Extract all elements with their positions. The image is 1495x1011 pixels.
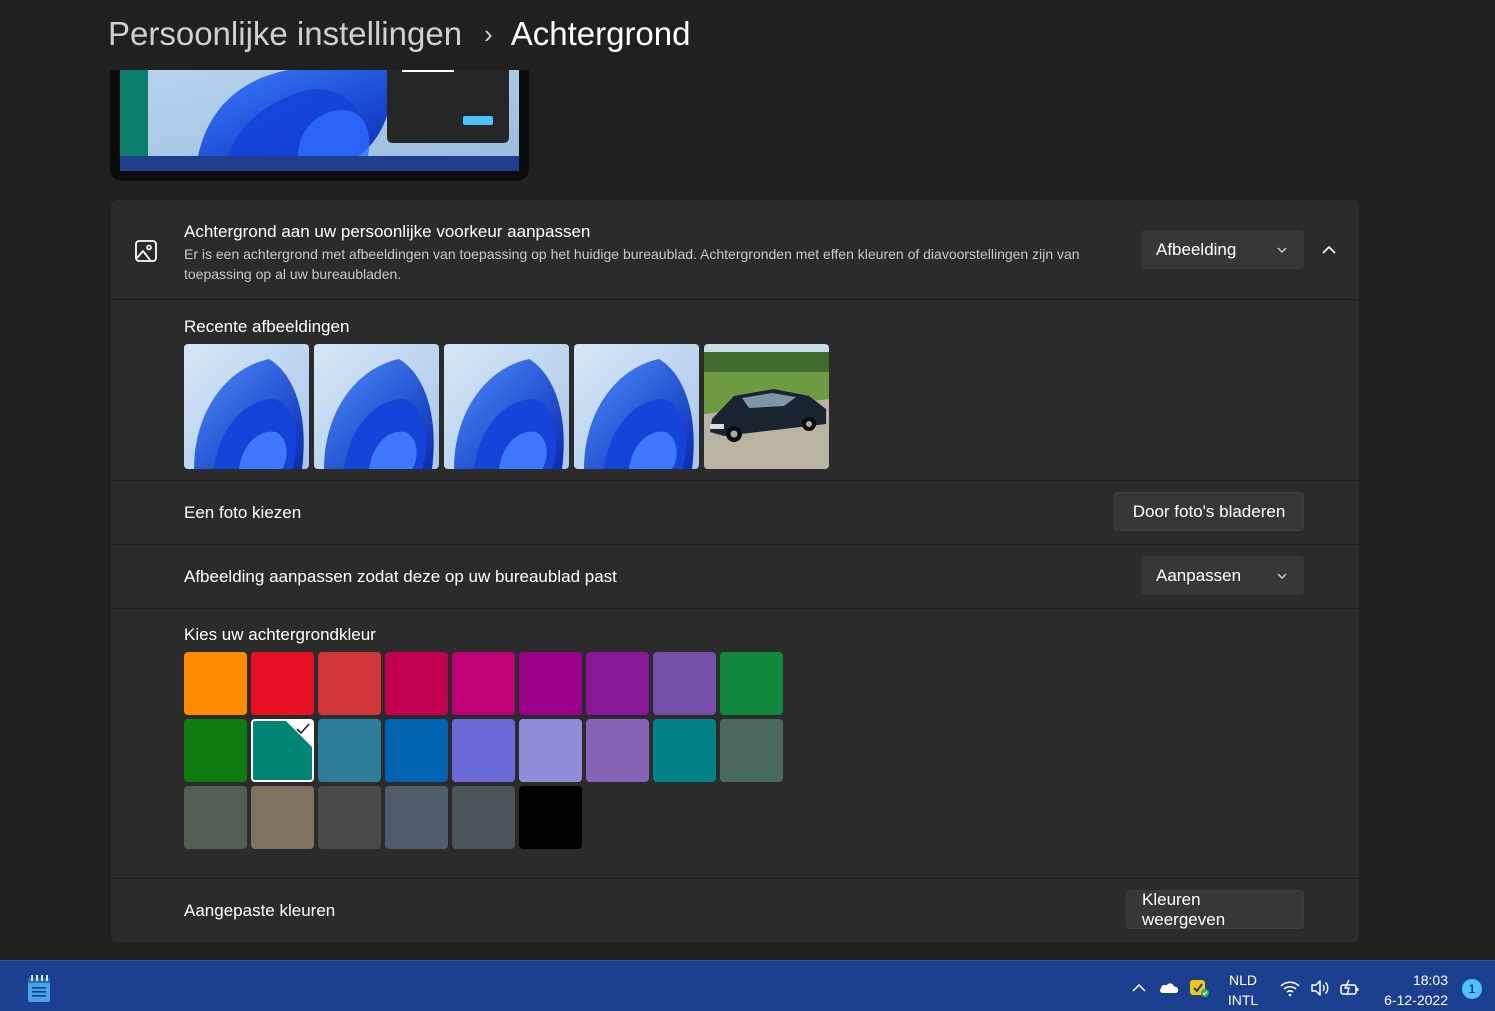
checkmark-icon xyxy=(286,721,312,747)
recent-image-thumbnail-car[interactable] xyxy=(704,344,829,469)
keyboard-layout: INTL xyxy=(1227,992,1259,1008)
breadcrumb: Persoonlijke instellingen › Achtergrond xyxy=(108,12,691,56)
breadcrumb-parent[interactable]: Persoonlijke instellingen xyxy=(108,15,462,53)
color-swatch-grid xyxy=(184,652,794,849)
color-swatch[interactable] xyxy=(385,719,448,782)
wifi-icon[interactable] xyxy=(1279,978,1301,998)
color-swatch[interactable] xyxy=(519,652,582,715)
recent-images-section: Recente afbeeldingen xyxy=(111,300,1359,481)
choose-photo-label: Een foto kiezen xyxy=(184,503,302,522)
browse-photos-button[interactable]: Door foto's bladeren xyxy=(1114,492,1304,531)
chevron-down-icon xyxy=(1277,573,1287,579)
breadcrumb-separator: › xyxy=(484,18,493,49)
notification-badge[interactable]: 1 xyxy=(1462,979,1482,999)
color-swatch[interactable] xyxy=(720,719,783,782)
fit-label: Afbeelding aanpassen zodat deze op uw bu… xyxy=(184,567,617,586)
show-hidden-icons-chevron-up-icon[interactable] xyxy=(1128,978,1150,998)
preview-window xyxy=(387,70,509,143)
recent-image-thumbnail-bloom[interactable] xyxy=(184,344,309,469)
chevron-up-icon[interactable] xyxy=(1319,240,1339,260)
color-swatch[interactable] xyxy=(318,652,381,715)
color-swatch[interactable] xyxy=(251,786,314,849)
chevron-down-icon xyxy=(1277,247,1287,253)
background-setting-header[interactable]: Achtergrond aan uw persoonlijke voorkeur… xyxy=(111,200,1359,300)
color-swatch[interactable] xyxy=(653,719,716,782)
page-title: Achtergrond xyxy=(510,15,691,52)
recent-image-thumbnail-bloom[interactable] xyxy=(444,344,569,469)
color-swatch[interactable] xyxy=(251,652,314,715)
color-swatch[interactable] xyxy=(452,719,515,782)
preview-taskbar xyxy=(120,156,519,171)
color-swatch[interactable] xyxy=(184,786,247,849)
color-swatch[interactable] xyxy=(318,786,381,849)
color-swatch[interactable] xyxy=(519,786,582,849)
color-swatch[interactable] xyxy=(385,786,448,849)
recent-image-thumbnail-bloom[interactable] xyxy=(574,344,699,469)
custom-colors-label: Aangepaste kleuren xyxy=(184,901,336,920)
fit-row: Afbeelding aanpassen zodat deze op uw bu… xyxy=(111,545,1359,609)
color-swatch[interactable] xyxy=(452,652,515,715)
preview-screen xyxy=(120,70,519,171)
color-swatch[interactable] xyxy=(519,719,582,782)
volume-icon[interactable] xyxy=(1309,978,1331,998)
background-color-section: Kies uw achtergrondkleur xyxy=(111,609,1359,879)
background-type-value: Afbeelding xyxy=(1156,239,1237,259)
security-status-icon[interactable] xyxy=(1188,978,1210,998)
language-code: NLD xyxy=(1228,972,1257,988)
color-swatch[interactable] xyxy=(385,652,448,715)
color-swatch[interactable] xyxy=(452,786,515,849)
color-swatch[interactable] xyxy=(653,652,716,715)
recent-images-label: Recente afbeeldingen xyxy=(184,317,350,336)
clock-time: 18:03 xyxy=(1412,972,1448,988)
recent-image-thumbnail-bloom[interactable] xyxy=(314,344,439,469)
color-swatch[interactable] xyxy=(586,719,649,782)
view-colors-button[interactable]: Kleuren weergeven xyxy=(1126,890,1304,929)
recent-images-list xyxy=(184,344,829,469)
color-swatch[interactable] xyxy=(586,652,649,715)
color-swatch[interactable] xyxy=(184,652,247,715)
background-color-label: Kies uw achtergrondkleur xyxy=(184,625,376,644)
color-swatch[interactable] xyxy=(720,652,783,715)
choose-photo-row: Een foto kiezen Door foto's bladeren xyxy=(111,481,1359,545)
picture-icon xyxy=(135,240,157,262)
fit-value: Aanpassen xyxy=(1156,565,1242,585)
color-swatch[interactable] xyxy=(251,719,314,782)
fit-dropdown[interactable]: Aanpassen xyxy=(1141,556,1304,595)
notepad-icon[interactable] xyxy=(27,975,51,1003)
color-swatch[interactable] xyxy=(184,719,247,782)
background-type-dropdown[interactable]: Afbeelding xyxy=(1141,230,1304,269)
onedrive-cloud-icon[interactable] xyxy=(1158,978,1180,998)
color-swatch[interactable] xyxy=(318,719,381,782)
clock-date: 6-12-2022 xyxy=(1384,992,1448,1008)
custom-colors-row: Aangepaste kleuren Kleuren weergeven xyxy=(111,879,1359,942)
clock[interactable]: 18:03 6-12-2022 xyxy=(1372,970,1448,1010)
background-setting-title: Achtergrond aan uw persoonlijke voorkeur… xyxy=(184,222,591,241)
background-settings-card: Achtergrond aan uw persoonlijke voorkeur… xyxy=(111,200,1359,942)
input-language-indicator[interactable]: NLD INTL xyxy=(1223,970,1263,1010)
preview-accent-button xyxy=(463,116,493,125)
battery-charging-icon[interactable] xyxy=(1339,978,1361,998)
background-setting-description: Er is een achtergrond met afbeeldingen v… xyxy=(184,246,1080,282)
desktop-preview xyxy=(110,70,529,181)
taskbar: NLD INTL 18:03 6-12-2022 xyxy=(0,960,1495,1011)
